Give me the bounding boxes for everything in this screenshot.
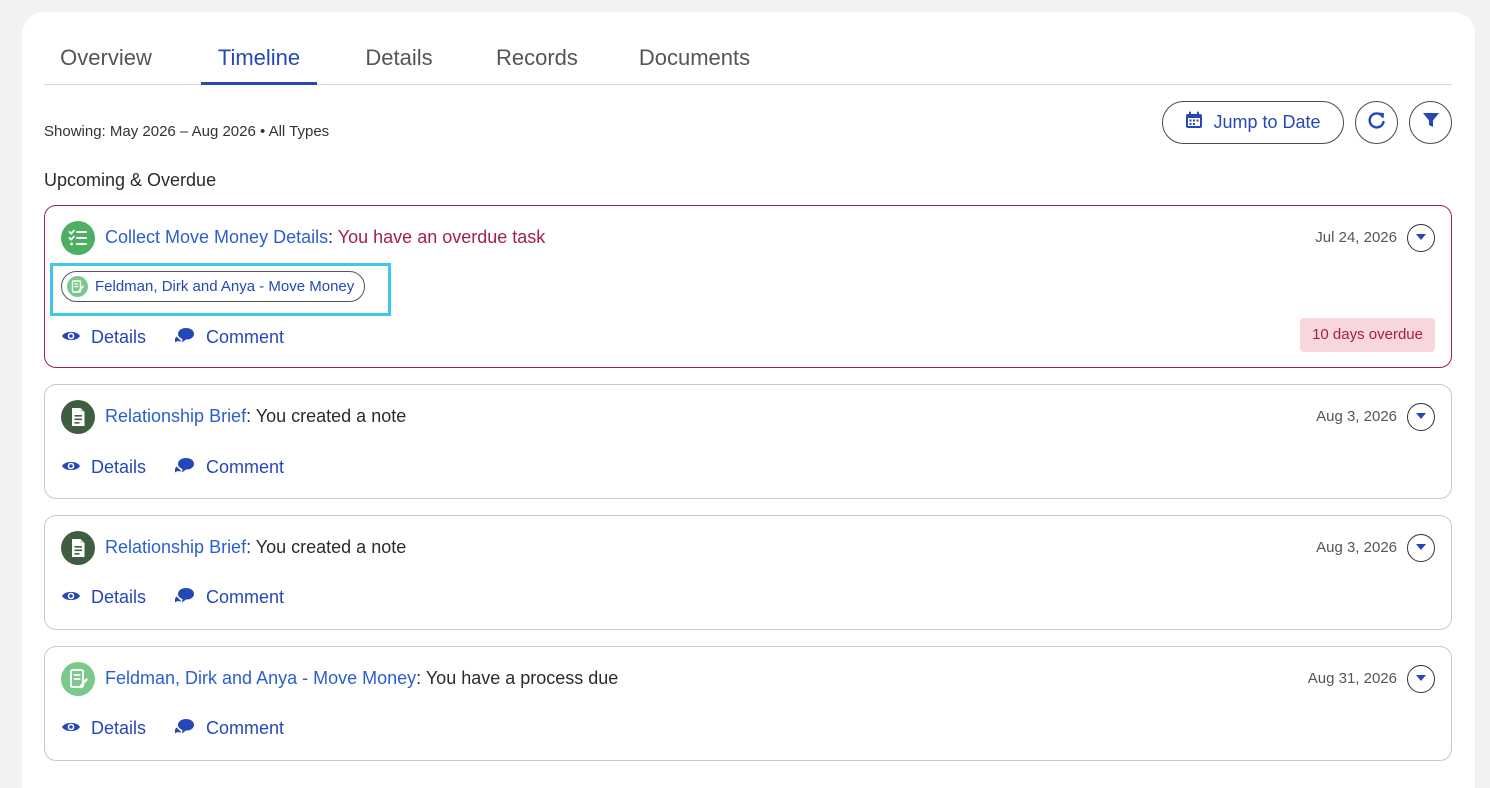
card-message: You created a note <box>255 537 407 557</box>
comment-label: Comment <box>206 457 285 477</box>
tab-overview[interactable]: Overview <box>60 36 152 84</box>
details-label: Details <box>91 327 147 347</box>
overdue-badge: 10 days overdue <box>1300 318 1435 352</box>
details-label: Details <box>91 587 147 607</box>
details-button[interactable]: Details <box>61 717 146 740</box>
card-actions: Details Comment <box>61 326 284 349</box>
expand-button[interactable] <box>1407 403 1435 431</box>
jump-to-date-button[interactable]: Jump to Date <box>1162 101 1344 144</box>
details-label: Details <box>91 457 147 477</box>
card-title-link[interactable]: Feldman, Dirk and Anya - Move Money <box>105 668 416 688</box>
card-title: Relationship Brief: You created a note <box>105 406 406 427</box>
card-date: Aug 31, 2026 <box>1307 670 1397 687</box>
card-date: Jul 24, 2026 <box>1315 229 1397 246</box>
task-list-icon <box>61 221 95 255</box>
expand-button[interactable] <box>1407 534 1435 562</box>
tab-timeline[interactable]: Timeline <box>201 36 317 85</box>
filter-icon <box>1422 111 1440 134</box>
comment-button[interactable]: Comment <box>174 717 284 740</box>
tab-bar: Overview Timeline Details Records Docume… <box>44 36 1452 85</box>
calendar-icon <box>1185 111 1203 134</box>
timeline-card: Collect Move Money Details: You have an … <box>44 205 1452 368</box>
refresh-icon <box>1367 110 1387 135</box>
details-button[interactable]: Details <box>61 456 146 479</box>
comments-icon <box>174 586 196 609</box>
card-date: Aug 3, 2026 <box>1316 539 1397 556</box>
card-actions: Details Comment <box>61 586 284 609</box>
expand-button[interactable] <box>1407 665 1435 693</box>
timeline-card: Relationship Brief: You created a note A… <box>44 384 1452 499</box>
eye-icon <box>61 587 81 608</box>
note-icon <box>61 531 95 565</box>
related-record-chip-label: Feldman, Dirk and Anya - Move Money <box>95 278 355 295</box>
card-date: Aug 3, 2026 <box>1316 408 1397 425</box>
card-title-link[interactable]: Relationship Brief <box>105 406 246 426</box>
filter-button[interactable] <box>1409 101 1452 144</box>
card-message: You have an overdue task <box>337 227 546 247</box>
details-label: Details <box>91 718 147 738</box>
card-title-link[interactable]: Collect Move Money Details <box>105 227 328 247</box>
comment-button[interactable]: Comment <box>174 456 284 479</box>
caret-down-icon <box>1415 539 1427 557</box>
refresh-button[interactable] <box>1355 101 1398 144</box>
comments-icon <box>174 717 196 740</box>
card-title-separator: : <box>246 406 256 426</box>
showing-range-text: Showing: May 2026 – Aug 2026 • All Types <box>44 123 330 140</box>
related-record-chip[interactable]: Feldman, Dirk and Anya - Move Money <box>61 271 366 302</box>
details-button[interactable]: Details <box>61 326 146 349</box>
caret-down-icon <box>1415 229 1427 247</box>
card-actions: Details Comment <box>61 456 284 479</box>
card-title: Relationship Brief: You created a note <box>105 537 406 558</box>
timeline-card: Relationship Brief: You created a note A… <box>44 515 1452 630</box>
tab-records[interactable]: Records <box>496 36 578 84</box>
caret-down-icon <box>1415 408 1427 426</box>
comments-icon <box>174 456 196 479</box>
card-title-separator: : <box>416 668 426 688</box>
tab-documents[interactable]: Documents <box>638 36 751 84</box>
card-message: You created a note <box>255 406 407 426</box>
card-actions: Details Comment <box>61 717 284 740</box>
comment-label: Comment <box>206 327 285 347</box>
card-title: Collect Move Money Details: You have an … <box>105 227 545 248</box>
process-doc-icon <box>61 662 95 696</box>
eye-icon <box>61 718 81 739</box>
card-title-separator: : <box>246 537 256 557</box>
comment-button[interactable]: Comment <box>174 586 284 609</box>
card-title: Feldman, Dirk and Anya - Move Money: You… <box>105 668 618 689</box>
card-title-link[interactable]: Relationship Brief <box>105 537 246 557</box>
comment-label: Comment <box>206 718 285 738</box>
process-doc-icon <box>67 276 88 297</box>
jump-to-date-label: Jump to Date <box>1213 112 1321 132</box>
comment-label: Comment <box>206 587 285 607</box>
timeline-card: Feldman, Dirk and Anya - Move Money: You… <box>44 646 1452 761</box>
eye-icon <box>61 327 81 348</box>
eye-icon <box>61 457 81 478</box>
expand-button[interactable] <box>1407 224 1435 252</box>
tab-details[interactable]: Details <box>365 36 433 84</box>
card-title-separator: : <box>328 227 338 247</box>
note-icon <box>61 400 95 434</box>
comment-button[interactable]: Comment <box>174 326 284 349</box>
details-button[interactable]: Details <box>61 586 146 609</box>
card-message: You have a process due <box>425 668 619 688</box>
caret-down-icon <box>1415 670 1427 688</box>
section-title: Upcoming & Overdue <box>44 170 217 190</box>
comments-icon <box>174 326 196 349</box>
